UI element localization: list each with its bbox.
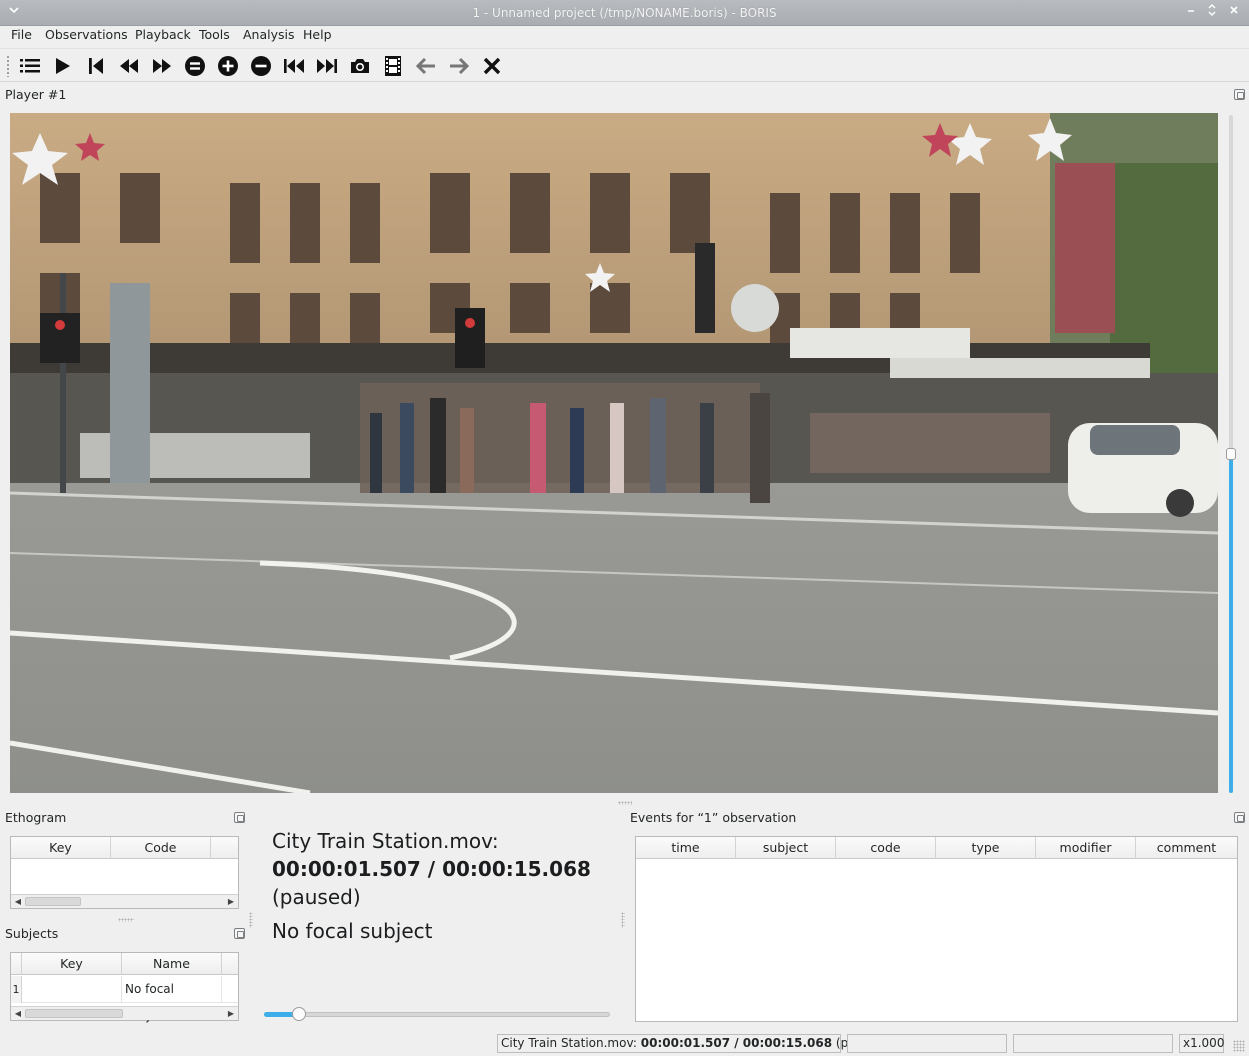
toolbar-grip[interactable] xyxy=(6,55,10,77)
column-header-code[interactable]: code xyxy=(836,837,936,859)
table-row[interactable]: 1 No focal subject xyxy=(11,976,238,1023)
close-icon[interactable] xyxy=(1226,4,1242,20)
menu-file[interactable]: File xyxy=(11,27,32,42)
dock-float-icon[interactable] xyxy=(1234,89,1245,100)
volume-slider-fill xyxy=(1229,454,1233,793)
horizontal-scrollbar[interactable]: ◀ ▶ xyxy=(11,1006,238,1020)
video-scene xyxy=(10,113,1218,793)
minimize-icon[interactable] xyxy=(1183,4,1199,20)
status-field-empty xyxy=(847,1034,1007,1053)
fast-forward-icon[interactable] xyxy=(148,53,176,79)
position-slider-track[interactable] xyxy=(264,1012,610,1017)
status-time: 00:00:01.507 / 00:00:15.068 xyxy=(640,1036,833,1050)
window-title-bar[interactable]: 1 - Unnamed project (/tmp/NONAME.boris) … xyxy=(0,0,1249,26)
splitter-handle[interactable] xyxy=(618,801,632,805)
player-dock-title: Player #1 xyxy=(5,87,67,102)
events-dock-title: Events for “1” observation xyxy=(630,810,797,825)
splitter-handle[interactable] xyxy=(118,918,134,922)
next-media-icon[interactable] xyxy=(313,53,341,79)
window-title: 1 - Unnamed project (/tmp/NONAME.boris) … xyxy=(472,6,777,20)
menu-playback[interactable]: Playback xyxy=(135,27,191,42)
arrow-left-icon[interactable] xyxy=(412,53,440,79)
status-media-info: City Train Station.mov: 00:00:01.507 / 0… xyxy=(497,1034,889,1053)
status-speed: x1.000 xyxy=(1179,1034,1224,1053)
previous-media-icon[interactable] xyxy=(280,53,308,79)
splitter-handle[interactable] xyxy=(621,912,625,928)
column-header-code[interactable]: Code xyxy=(111,837,211,859)
menu-tools[interactable]: Tools xyxy=(199,27,230,42)
cell-key[interactable] xyxy=(22,976,122,1003)
column-header-modifier[interactable]: modifier xyxy=(1036,837,1136,859)
list-icon[interactable] xyxy=(16,53,44,79)
scroll-left-icon[interactable]: ◀ xyxy=(12,1008,24,1020)
row-number: 1 xyxy=(11,976,22,1003)
zoom-in-plus-icon[interactable] xyxy=(214,53,242,79)
column-header-comment[interactable]: comment xyxy=(1136,837,1237,859)
size-grip[interactable] xyxy=(1233,1040,1245,1052)
ethogram-dock-title: Ethogram xyxy=(5,810,67,825)
splitter-handle[interactable] xyxy=(249,912,253,928)
camera-icon[interactable] xyxy=(346,53,374,79)
scrollbar-thumb[interactable] xyxy=(25,897,81,906)
menu-bar: File Observations Playback Tools Analysi… xyxy=(0,26,1249,46)
video-frame[interactable] xyxy=(10,113,1218,793)
media-state-label: (paused) xyxy=(272,885,361,909)
skip-to-start-icon[interactable] xyxy=(82,53,110,79)
zoom-out-minus-icon[interactable] xyxy=(247,53,275,79)
column-header-type[interactable]: type xyxy=(936,837,1036,859)
subjects-dock-title: Subjects xyxy=(5,926,59,941)
subjects-table[interactable]: Key Name 1 No focal subject ◀ ▶ xyxy=(10,952,239,1023)
row-number-header xyxy=(11,953,22,975)
maximize-icon[interactable] xyxy=(1204,4,1220,20)
column-header-key[interactable]: Key xyxy=(11,837,111,859)
film-strip-icon[interactable] xyxy=(379,53,407,79)
table-header: Key Name xyxy=(11,953,238,975)
arrow-right-icon[interactable] xyxy=(445,53,473,79)
column-header-subject[interactable]: subject xyxy=(736,837,836,859)
toolbar xyxy=(0,48,1249,82)
media-name-label: City Train Station.mov: xyxy=(272,829,499,853)
menu-help[interactable]: Help xyxy=(303,27,332,42)
events-table[interactable]: time subject code type modifier comment xyxy=(635,836,1238,1022)
table-header: time subject code type modifier comment xyxy=(636,837,1237,859)
status-media-prefix: City Train Station.mov: xyxy=(501,1036,641,1050)
rewind-icon[interactable] xyxy=(115,53,143,79)
column-header-time[interactable]: time xyxy=(636,837,736,859)
column-header-key[interactable]: Key xyxy=(22,953,122,975)
dock-float-icon[interactable] xyxy=(234,928,245,939)
menu-analysis[interactable]: Analysis xyxy=(243,27,295,42)
ethogram-table[interactable]: Key Code ◀ ▶ xyxy=(10,836,239,909)
cell-name[interactable]: No focal subject xyxy=(122,976,222,1023)
status-field-empty xyxy=(1013,1034,1173,1053)
scrollbar-thumb[interactable] xyxy=(25,1009,123,1018)
column-header-name[interactable]: Name xyxy=(122,953,222,975)
menu-observations[interactable]: Observations xyxy=(45,27,128,42)
dock-float-icon[interactable] xyxy=(234,812,245,823)
media-time-label: 00:00:01.507 / 00:00:15.068 xyxy=(272,857,591,881)
horizontal-scrollbar[interactable]: ◀ ▶ xyxy=(11,894,238,908)
play-icon[interactable] xyxy=(48,53,76,79)
position-slider-handle[interactable] xyxy=(292,1007,306,1021)
dock-float-icon[interactable] xyxy=(1234,812,1245,823)
table-header: Key Code xyxy=(11,837,238,859)
focal-subject-label: No focal subject xyxy=(272,919,433,943)
scroll-left-icon[interactable]: ◀ xyxy=(12,896,24,908)
volume-slider-handle[interactable] xyxy=(1226,448,1236,460)
scroll-right-icon[interactable]: ▶ xyxy=(225,1008,237,1020)
scroll-right-icon[interactable]: ▶ xyxy=(225,896,237,908)
reset-speed-icon[interactable] xyxy=(181,53,209,79)
close-x-icon[interactable] xyxy=(478,53,506,79)
